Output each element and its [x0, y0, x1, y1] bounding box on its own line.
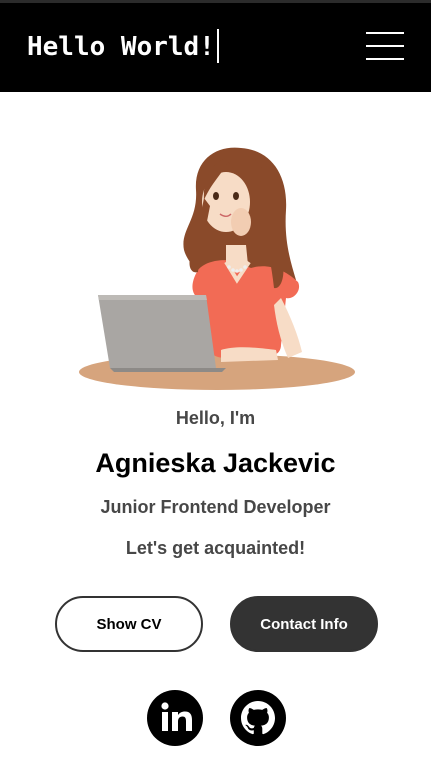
top-nav-bar: Hello World! — [0, 0, 431, 92]
job-title: Junior Frontend Developer — [100, 497, 331, 517]
linkedin-icon[interactable] — [147, 690, 203, 746]
contact-info-button[interactable]: Contact Info — [230, 596, 378, 652]
woman-at-laptop-illustration — [79, 147, 355, 390]
show-cv-button[interactable]: Show CV — [55, 596, 203, 652]
site-title-text: Hello World! — [27, 32, 215, 62]
profile-name: Agnieska Jackevic — [95, 448, 336, 478]
site-title[interactable]: Hello World! — [27, 28, 219, 65]
github-icon[interactable] — [230, 690, 286, 746]
greeting-text: Hello, I'm — [175, 408, 256, 428]
hamburger-menu-icon[interactable] — [366, 29, 404, 63]
tagline-text: Let's get acquainted! — [125, 538, 306, 558]
typing-cursor — [216, 28, 219, 63]
